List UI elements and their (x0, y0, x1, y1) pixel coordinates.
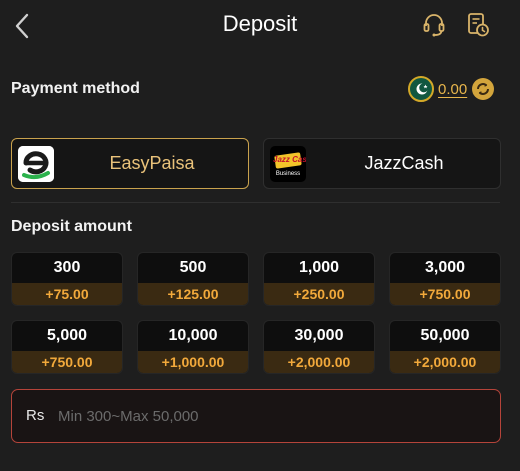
amount-option-300[interactable]: 300 +75.00 (11, 252, 123, 306)
amount-option-5000[interactable]: 5,000 +750.00 (11, 320, 123, 374)
amount-value: 1,000 (298, 259, 340, 276)
amount-option-50000[interactable]: 50,000 +2,000.00 (389, 320, 501, 374)
jazzcash-logo-icon: Jazz Cash Business (270, 146, 306, 182)
amount-bonus: +2,000.00 (264, 351, 374, 373)
headset-icon (423, 14, 445, 37)
amount-value: 5,000 (46, 327, 88, 344)
amount-bonus: +750.00 (12, 351, 122, 373)
currency-label: Rs (26, 407, 45, 424)
deposit-amount-input[interactable] (58, 400, 488, 432)
amount-option-3000[interactable]: 3,000 +750.00 (389, 252, 501, 306)
amount-value: 300 (53, 259, 81, 276)
amount-value: 10,000 (168, 327, 218, 344)
header: Deposit (0, 0, 520, 52)
amount-option-30000[interactable]: 30,000 +2,000.00 (263, 320, 375, 374)
clock-document-icon (468, 13, 489, 37)
customer-support-button[interactable] (419, 10, 449, 40)
payment-method-jazzcash[interactable]: Jazz Cash Business JazzCash (263, 138, 501, 189)
amount-option-1000[interactable]: 1,000 +250.00 (263, 252, 375, 306)
amount-bonus: +2,000.00 (390, 351, 500, 373)
amount-bonus: +750.00 (390, 283, 500, 305)
deposit-amount-title: Deposit amount (11, 218, 132, 235)
amount-input-box: Rs (11, 389, 501, 443)
amount-value: 500 (179, 259, 207, 276)
balance-value[interactable]: 0.00 (438, 81, 467, 98)
refresh-balance-button[interactable] (472, 78, 495, 100)
pakistan-flag-icon (408, 76, 434, 102)
payment-method-label: EasyPaisa (109, 153, 195, 173)
amount-value: 3,000 (424, 259, 466, 276)
amount-bonus: +125.00 (138, 283, 248, 305)
amount-bonus: +1,000.00 (138, 351, 248, 373)
deposit-records-button[interactable] (463, 10, 493, 40)
refresh-icon (477, 83, 490, 95)
divider (11, 202, 500, 203)
payment-method-easypaisa[interactable]: EasyPaisa (11, 138, 249, 189)
amount-option-10000[interactable]: 10,000 +1,000.00 (137, 320, 249, 374)
amount-value: 50,000 (420, 327, 470, 344)
balance-display: 0.00 (408, 75, 495, 103)
amount-option-500[interactable]: 500 +125.00 (137, 252, 249, 306)
payment-method-label: JazzCash (364, 153, 444, 173)
easypaisa-logo-icon (18, 146, 54, 182)
amount-bonus: +75.00 (12, 283, 122, 305)
amount-bonus: +250.00 (264, 283, 374, 305)
payment-method-title: Payment method (11, 80, 140, 97)
amount-value: 30,000 (294, 327, 344, 344)
